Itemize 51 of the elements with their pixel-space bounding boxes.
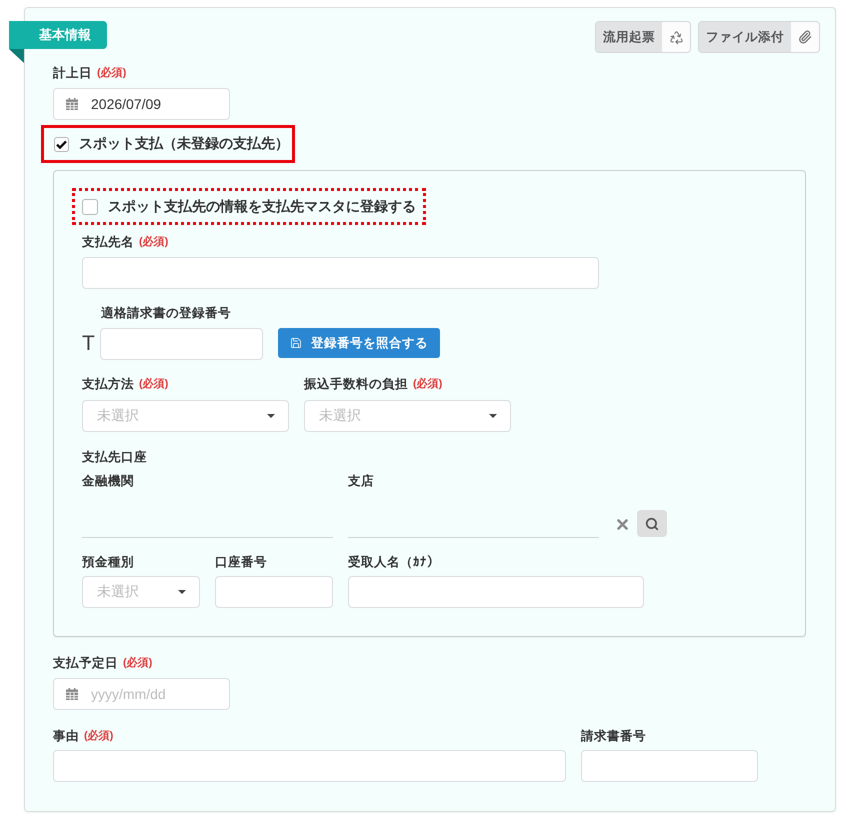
text-field[interactable]	[348, 576, 644, 608]
field-label: 支店	[348, 473, 374, 489]
text-field[interactable]	[82, 257, 599, 289]
paperclip-icon	[798, 30, 812, 44]
date-field[interactable]: yyyy/mm/dd	[53, 678, 230, 710]
required-mark: (必須)	[123, 656, 152, 671]
field-label: 計上日	[53, 65, 92, 81]
save-icon	[290, 337, 302, 349]
field-label: 支払先名	[82, 234, 134, 250]
date-field[interactable]: 2026/07/09	[53, 88, 230, 120]
field-label: 支払方法	[82, 376, 134, 392]
search-icon	[645, 516, 659, 530]
caret-icon	[489, 414, 497, 418]
text-field[interactable]	[215, 576, 333, 608]
required-mark: (必須)	[139, 234, 168, 250]
clear-icon[interactable]	[617, 519, 628, 530]
caret-icon	[267, 414, 275, 418]
text-field[interactable]	[53, 750, 566, 782]
prefix-text: T	[82, 331, 96, 357]
select-field[interactable]: 未選択	[82, 576, 200, 608]
action-button[interactable]: 流用起票	[595, 21, 691, 53]
verify-button[interactable]: 登録番号を照合する	[278, 328, 440, 358]
select-field[interactable]: 未選択	[82, 400, 289, 432]
field-label: 支払先口座	[82, 449, 147, 465]
field-label: 振込手数料の負担	[304, 376, 408, 392]
required-mark: (必須)	[413, 376, 442, 392]
select-field[interactable]: 未選択	[304, 400, 511, 432]
caret-icon	[178, 590, 186, 594]
text-field[interactable]	[100, 328, 263, 360]
checkbox[interactable]	[82, 198, 98, 214]
field-label: 預金種別	[82, 554, 134, 570]
action-button[interactable]: ファイル添付	[698, 21, 820, 53]
field-label: 請求書番号	[581, 728, 646, 744]
search-button[interactable]	[637, 510, 667, 537]
field-label: 支払予定日	[53, 655, 118, 671]
recycle-icon	[668, 30, 684, 44]
field-label: 事由	[53, 728, 79, 744]
text-field[interactable]	[581, 750, 758, 782]
checkbox-label: スポット支払先の情報を支払先マスタに登録する	[108, 198, 416, 216]
checkmark-icon	[56, 140, 67, 148]
checkbox[interactable]	[54, 136, 69, 152]
required-mark: (必須)	[84, 728, 114, 744]
required-mark: (必須)	[139, 376, 168, 392]
calendar-icon	[66, 98, 78, 110]
field-label: 受取人名（ｶﾅ）	[348, 554, 440, 570]
field-label: 適格請求書の登録番号	[101, 305, 231, 321]
field-label: 金融機関	[82, 473, 134, 489]
required-mark: (必須)	[97, 66, 126, 81]
checkbox-label: スポット支払（未登録の支払先）	[79, 135, 289, 153]
calendar-icon	[66, 688, 78, 700]
field-label: 口座番号	[215, 554, 267, 570]
